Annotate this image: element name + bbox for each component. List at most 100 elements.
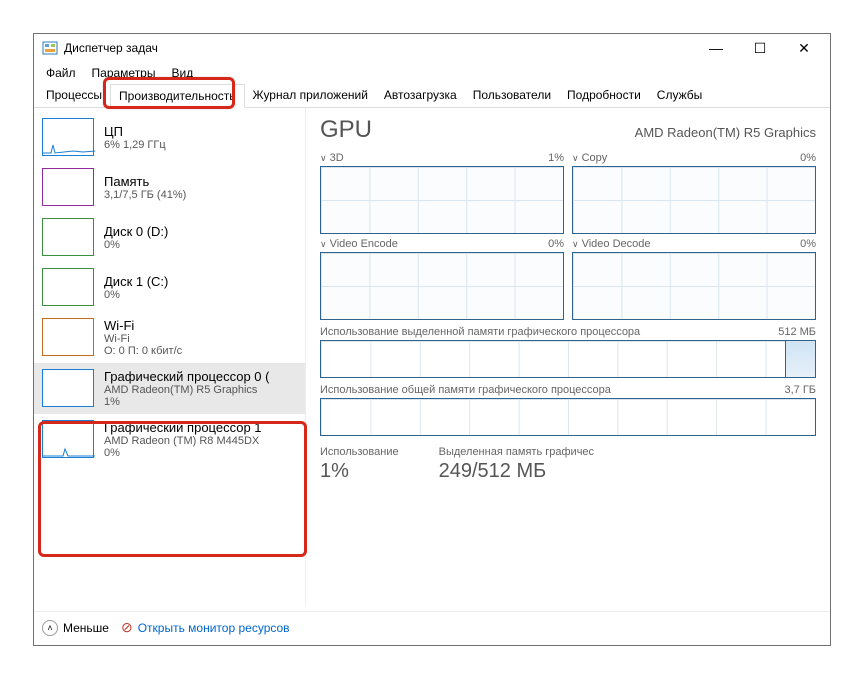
chart-copy-graph xyxy=(572,166,816,234)
menu-file[interactable]: Файл xyxy=(40,64,82,82)
sidebar-item-sub: Wi-Fi xyxy=(104,333,182,345)
shared-memory-chart xyxy=(320,398,816,436)
stat-usage-label: Использование xyxy=(320,446,399,458)
sidebar: ЦП 6% 1,29 ГГц Память 3,1/7,5 ГБ (41%) Д… xyxy=(34,108,306,606)
sidebar-item-label: Диск 0 (D:) xyxy=(104,224,168,239)
titlebar: Диспетчер задач — ☐ ✕ xyxy=(34,34,830,62)
chart-encode-graph xyxy=(320,252,564,320)
stat-usage: Использование 1% xyxy=(320,446,399,483)
menu-view[interactable]: Вид xyxy=(165,64,199,82)
gpu-device-name: AMD Radeon(TM) R5 Graphics xyxy=(635,125,816,140)
content: ЦП 6% 1,29 ГГц Память 3,1/7,5 ГБ (41%) Д… xyxy=(34,108,830,606)
dedicated-memory-max: 512 МБ xyxy=(778,326,816,338)
tab-users[interactable]: Пользователи xyxy=(465,84,559,107)
tab-processes[interactable]: Процессы xyxy=(38,84,110,107)
fewer-details-label: Меньше xyxy=(63,621,109,635)
sidebar-item-sub: 3,1/7,5 ГБ (41%) xyxy=(104,189,186,201)
chart-value: 0% xyxy=(800,238,816,250)
sidebar-item-wifi[interactable]: Wi-Fi Wi-Fi О: 0 П: 0 кбит/с xyxy=(34,312,305,363)
menubar: Файл Параметры Вид xyxy=(34,62,830,84)
stat-dedicated-label: Выделенная память графичес xyxy=(439,446,594,458)
gpu1-mini-chart xyxy=(42,420,94,458)
chevron-down-icon[interactable]: ∨ xyxy=(320,153,327,163)
sidebar-item-sub: 0% xyxy=(104,289,168,301)
main-header: GPU AMD Radeon(TM) R5 Graphics xyxy=(320,116,816,144)
shared-memory-max: 3,7 ГБ xyxy=(784,384,816,396)
sidebar-item-sub: 0% xyxy=(104,239,168,251)
open-resource-monitor-link[interactable]: ⊘ Открыть монитор ресурсов xyxy=(121,619,290,636)
sidebar-item-label: Диск 1 (C:) xyxy=(104,274,168,289)
fewer-details-button[interactable]: ˄ Меньше xyxy=(42,620,109,636)
chart-3d-graph xyxy=(320,166,564,234)
task-manager-window: Диспетчер задач — ☐ ✕ Файл Параметры Вид… xyxy=(33,33,831,646)
app-icon xyxy=(42,40,58,56)
chart-video-decode: ∨Video Decode 0% xyxy=(572,238,816,320)
chevron-down-icon[interactable]: ∨ xyxy=(572,153,579,163)
sidebar-item-sub: 6% 1,29 ГГц xyxy=(104,139,166,151)
sidebar-item-cpu[interactable]: ЦП 6% 1,29 ГГц xyxy=(34,112,305,162)
tab-startup[interactable]: Автозагрузка xyxy=(376,84,465,107)
resource-monitor-label: Открыть монитор ресурсов xyxy=(138,621,290,635)
tabs: Процессы Производительность Журнал прило… xyxy=(34,84,830,108)
chevron-down-icon[interactable]: ∨ xyxy=(572,239,579,249)
chart-label: Copy xyxy=(582,152,608,164)
tab-performance[interactable]: Производительность xyxy=(110,84,244,108)
disk1-mini-chart xyxy=(42,268,94,306)
sidebar-item-memory[interactable]: Память 3,1/7,5 ГБ (41%) xyxy=(34,162,305,212)
cpu-mini-chart xyxy=(42,118,94,156)
wifi-mini-chart xyxy=(42,318,94,356)
chart-label: 3D xyxy=(330,152,344,164)
chart-value: 1% xyxy=(548,152,564,164)
sidebar-item-disk0[interactable]: Диск 0 (D:) 0% xyxy=(34,212,305,262)
sidebar-item-label: Графический процессор 1 xyxy=(104,420,262,435)
shared-memory-label-row: Использование общей памяти графического … xyxy=(320,384,816,396)
sidebar-item-gpu0[interactable]: Графический процессор 0 ( AMD Radeon(TM)… xyxy=(34,363,305,414)
sidebar-item-sub: AMD Radeon (TM) R8 M445DX xyxy=(104,435,262,447)
memory-mini-chart xyxy=(42,168,94,206)
gpu-title: GPU xyxy=(320,116,372,144)
minimize-button[interactable]: — xyxy=(694,34,738,62)
chart-value: 0% xyxy=(800,152,816,164)
chart-value: 0% xyxy=(548,238,564,250)
sidebar-item-sub2: 1% xyxy=(104,396,269,408)
dedicated-memory-label-row: Использование выделенной памяти графичес… xyxy=(320,326,816,338)
window-controls: — ☐ ✕ xyxy=(694,34,826,62)
tab-details[interactable]: Подробности xyxy=(559,84,649,107)
chart-grid: ∨3D 1% ∨Copy 0% ∨Video Encode 0% xyxy=(320,152,816,320)
chart-label: Video Encode xyxy=(330,238,398,250)
disk0-mini-chart xyxy=(42,218,94,256)
sidebar-item-sub2: 0% xyxy=(104,447,262,459)
footer: ˄ Меньше ⊘ Открыть монитор ресурсов xyxy=(34,611,830,643)
main-panel: GPU AMD Radeon(TM) R5 Graphics ∨3D 1% ∨C… xyxy=(306,108,830,606)
chart-decode-graph xyxy=(572,252,816,320)
dedicated-memory-label: Использование выделенной памяти графичес… xyxy=(320,326,640,338)
shared-memory-label: Использование общей памяти графического … xyxy=(320,384,611,396)
chart-copy: ∨Copy 0% xyxy=(572,152,816,234)
stat-usage-value: 1% xyxy=(320,460,399,483)
window-title: Диспетчер задач xyxy=(64,41,694,55)
sidebar-item-label: Память xyxy=(104,174,186,189)
menu-options[interactable]: Параметры xyxy=(86,64,162,82)
chevron-down-icon[interactable]: ∨ xyxy=(320,239,327,249)
sidebar-item-sub: AMD Radeon(TM) R5 Graphics xyxy=(104,384,269,396)
stat-dedicated-value: 249/512 МБ xyxy=(439,460,594,483)
dedicated-memory-chart xyxy=(320,340,816,378)
chart-video-encode: ∨Video Encode 0% xyxy=(320,238,564,320)
bottom-stats: Использование 1% Выделенная память графи… xyxy=(320,446,816,483)
maximize-button[interactable]: ☐ xyxy=(738,34,782,62)
tab-app-history[interactable]: Журнал приложений xyxy=(245,84,376,107)
chart-label: Video Decode xyxy=(582,238,651,250)
sidebar-item-sub2: О: 0 П: 0 кбит/с xyxy=(104,345,182,357)
tab-services[interactable]: Службы xyxy=(649,84,710,107)
stat-dedicated: Выделенная память графичес 249/512 МБ xyxy=(439,446,594,483)
chart-3d: ∨3D 1% xyxy=(320,152,564,234)
chevron-up-icon: ˄ xyxy=(42,620,58,636)
sidebar-item-gpu1[interactable]: Графический процессор 1 AMD Radeon (TM) … xyxy=(34,414,305,465)
sidebar-item-label: Графический процессор 0 ( xyxy=(104,369,269,384)
sidebar-item-label: ЦП xyxy=(104,124,166,139)
sidebar-item-disk1[interactable]: Диск 1 (C:) 0% xyxy=(34,262,305,312)
close-button[interactable]: ✕ xyxy=(782,34,826,62)
gpu0-mini-chart xyxy=(42,369,94,407)
sidebar-item-label: Wi-Fi xyxy=(104,318,182,333)
no-entry-icon: ⊘ xyxy=(121,619,133,636)
